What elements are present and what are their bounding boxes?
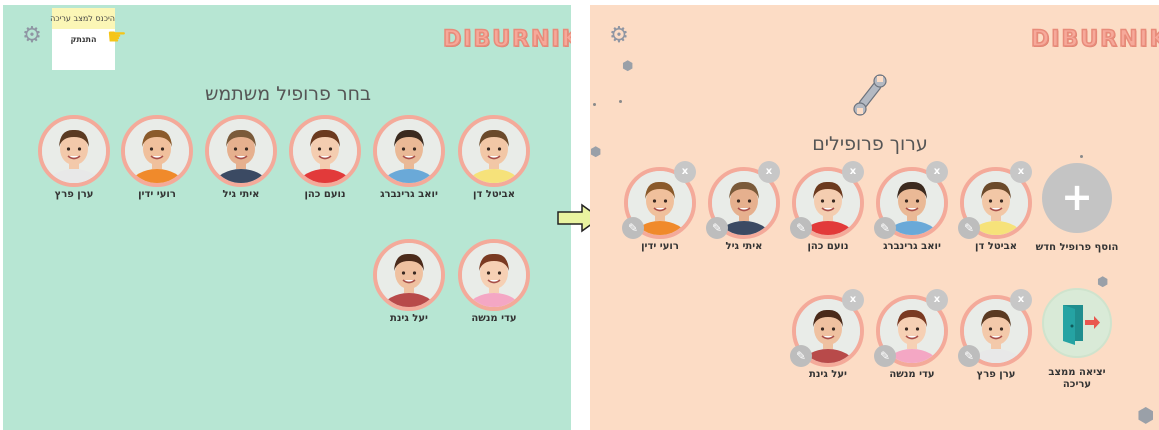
screen: ⚙ היכנס למצב עריכה התנתק ☛ DIBURNIK בחר … (0, 0, 1159, 430)
delete-profile-button[interactable]: x (758, 161, 780, 183)
profile-name: איתי גיל (725, 241, 763, 252)
profile-name: רועי ידין (138, 189, 176, 200)
delete-profile-button[interactable]: x (926, 161, 948, 183)
delete-profile-button[interactable]: x (926, 289, 948, 311)
app-logo: DIBURNIK (442, 26, 571, 53)
profile-name: אביטל דן (473, 189, 515, 200)
edit-pencil-icon[interactable]: ✎ (790, 217, 812, 239)
bolt-icon: ⬢ (590, 145, 602, 160)
profile-card[interactable]: עדי מנשה (458, 239, 530, 329)
avatar[interactable] (373, 239, 445, 311)
profile-card[interactable]: נועם כהן (289, 115, 361, 205)
edit-pencil-icon[interactable]: ✎ (874, 217, 896, 239)
bolt-icon: ⬢ (1137, 403, 1155, 427)
plus-icon: + (1042, 163, 1112, 233)
profile-card[interactable]: יעל גינת x ✎ (790, 289, 864, 385)
profile-card[interactable]: יואב גרינברג x ✎ (874, 161, 948, 257)
add-profile-label: הוסף פרופיל חדש (1035, 242, 1119, 253)
profile-name: רועי ידין (641, 241, 679, 252)
gear-icon[interactable]: ⚙ (21, 25, 43, 47)
profile-name: עדי מנשה (471, 313, 517, 324)
delete-profile-button[interactable]: x (842, 161, 864, 183)
delete-profile-button[interactable]: x (842, 289, 864, 311)
profile-card[interactable]: אביטל דן x ✎ (958, 161, 1032, 257)
edit-pencil-icon[interactable]: ✎ (874, 345, 896, 367)
page-title: בחר פרופיל משתמש (204, 83, 372, 105)
profile-select-screen: ⚙ היכנס למצב עריכה התנתק ☛ DIBURNIK בחר … (3, 5, 571, 430)
profile-name: איתי גיל (222, 189, 260, 200)
edit-pencil-icon[interactable]: ✎ (706, 217, 728, 239)
profile-name: יואב גרינברג (380, 189, 438, 200)
pointing-hand-icon: ☛ (107, 25, 127, 50)
exit-edit-mode-label: יציאה ממצב עריכה (1048, 367, 1106, 390)
profile-card[interactable]: יואב גרינברג (373, 115, 445, 205)
profile-card[interactable]: יעל גינת (373, 239, 445, 329)
app-logo: DIBURNIK (1030, 26, 1159, 53)
profile-card[interactable]: איתי גיל x ✎ (706, 161, 780, 257)
profile-card[interactable]: רועי ידין x ✎ (622, 161, 696, 257)
edit-pencil-icon[interactable]: ✎ (958, 217, 980, 239)
profile-card[interactable]: אביטל דן (458, 115, 530, 205)
logout-item[interactable]: התנתק (52, 35, 115, 44)
exit-edit-mode-circle (1042, 288, 1112, 358)
profile-name: יואב גרינברג (883, 241, 941, 252)
profile-name: נועם כהן (304, 189, 346, 200)
bolt-icon: ⬢ (622, 59, 634, 74)
avatar[interactable] (458, 115, 530, 187)
decoration-dot (1080, 155, 1083, 158)
edit-pencil-icon[interactable]: ✎ (958, 345, 980, 367)
avatar[interactable] (458, 239, 530, 311)
profile-card[interactable]: רועי ידין (121, 115, 193, 205)
profile-name: נועם כהן (807, 241, 849, 252)
exit-edit-mode-button[interactable]: יציאה ממצב עריכה (1042, 288, 1112, 390)
delete-profile-button[interactable]: x (1010, 289, 1032, 311)
gear-icon[interactable]: ⚙ (608, 25, 630, 47)
profile-name: יעל גינת (390, 313, 428, 324)
avatar[interactable] (289, 115, 361, 187)
wrench-icon (853, 74, 887, 116)
profile-name: עדי מנשה (889, 369, 935, 380)
avatar[interactable] (373, 115, 445, 187)
profile-card[interactable]: ערן פרץ x ✎ (958, 289, 1032, 385)
add-profile-button[interactable]: + הוסף פרופיל חדש (1036, 163, 1118, 253)
edit-pencil-icon[interactable]: ✎ (622, 217, 644, 239)
decoration-dot (619, 100, 622, 103)
page-title: ערוך פרופילים (812, 133, 928, 155)
enter-edit-mode-item[interactable]: היכנס למצב עריכה (50, 8, 115, 29)
profile-card[interactable]: ערן פרץ (38, 115, 110, 205)
delete-profile-button[interactable]: x (674, 161, 696, 183)
avatar[interactable] (205, 115, 277, 187)
profile-name: יעל גינת (809, 369, 847, 380)
decoration-dot (593, 103, 596, 106)
avatar[interactable] (38, 115, 110, 187)
settings-menu: היכנס למצב עריכה התנתק (50, 8, 115, 70)
profile-card[interactable]: איתי גיל (205, 115, 277, 205)
bolt-icon: ⬢ (1097, 275, 1109, 290)
profile-name: אביטל דן (975, 241, 1017, 252)
avatar[interactable] (121, 115, 193, 187)
profile-name: ערן פרץ (976, 369, 1016, 380)
delete-profile-button[interactable]: x (1010, 161, 1032, 183)
profile-name: ערן פרץ (54, 189, 94, 200)
exit-door-icon (1063, 305, 1100, 345)
edit-pencil-icon[interactable]: ✎ (790, 345, 812, 367)
edit-profiles-screen: ⚙ DIBURNIK ערוך פרופילים + הוסף פרופיל ח… (590, 5, 1159, 430)
profile-card[interactable]: נועם כהן x ✎ (790, 161, 864, 257)
profile-card[interactable]: עדי מנשה x ✎ (874, 289, 948, 385)
